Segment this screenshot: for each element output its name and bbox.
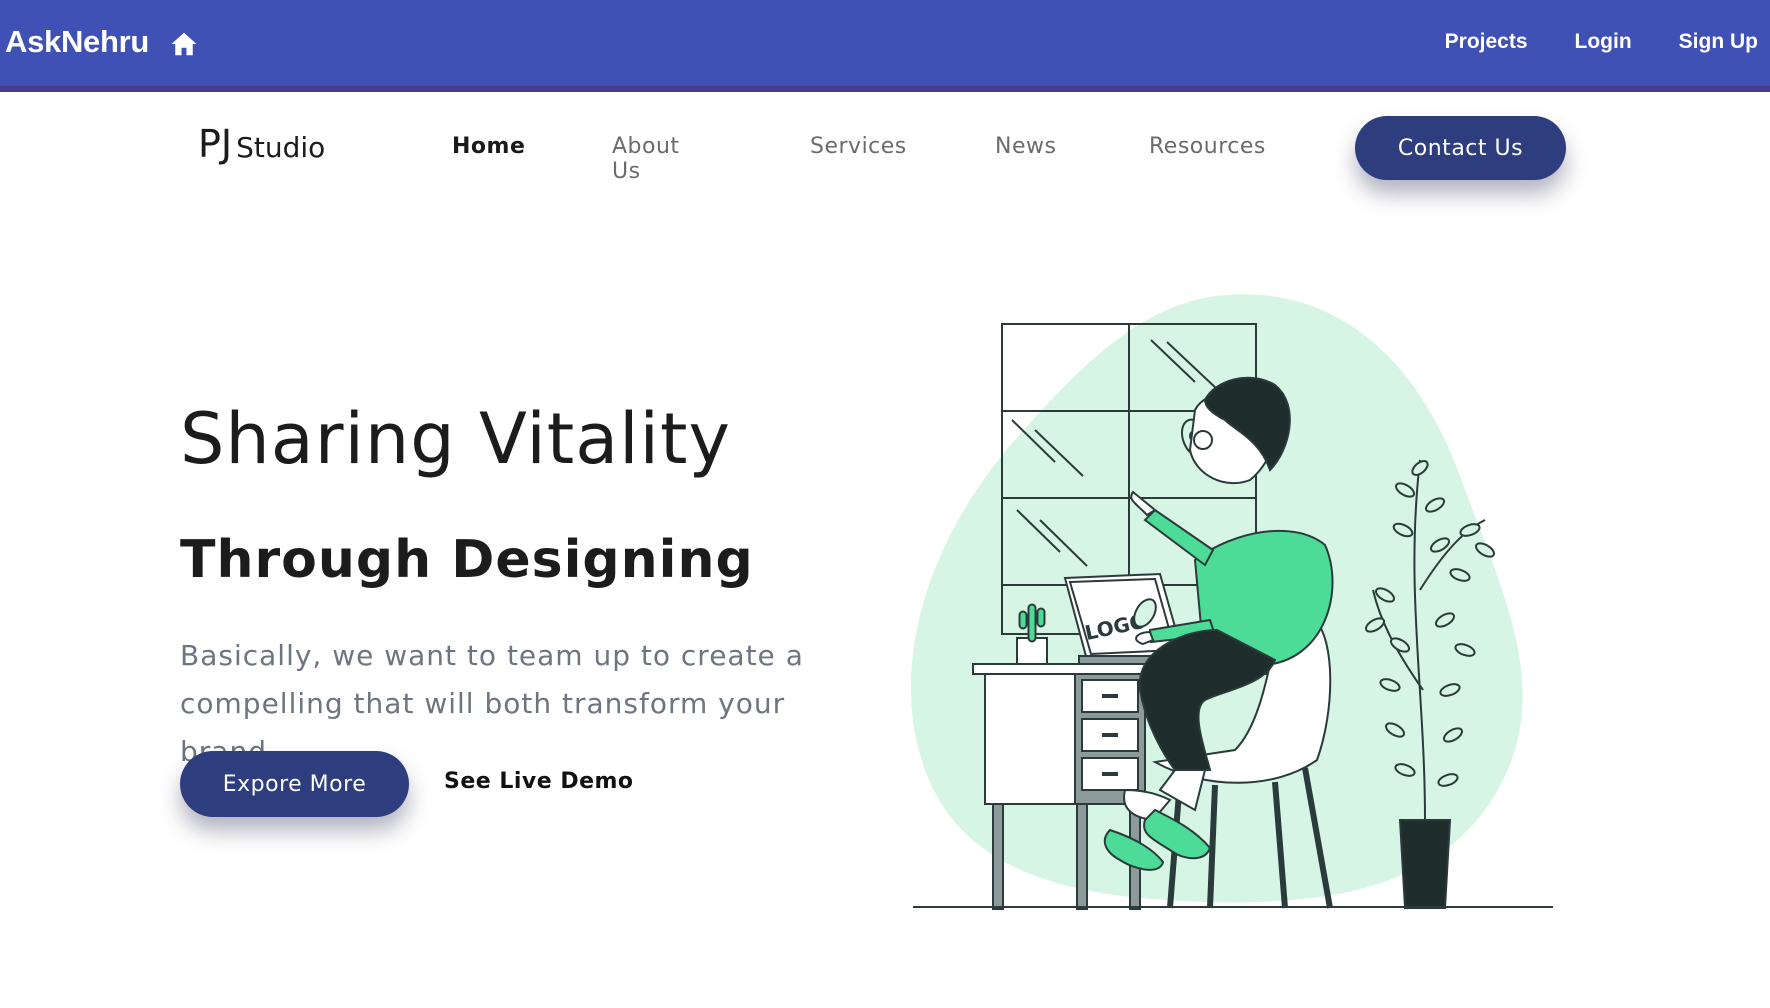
contact-us-button[interactable]: Contact Us xyxy=(1355,116,1566,180)
explore-more-button[interactable]: Expore More xyxy=(180,751,409,817)
person-working-at-desk-illustration: LOGO xyxy=(905,290,1565,915)
nav-resources[interactable]: Resources xyxy=(1149,134,1266,159)
nav-services[interactable]: Services xyxy=(810,134,907,159)
hero-title: Sharing Vitality xyxy=(180,398,731,480)
hero-subtitle: Through Designing xyxy=(180,530,754,590)
site-nav: PJ Studio Home About Us Services News Res… xyxy=(0,98,1770,198)
home-icon[interactable] xyxy=(168,29,200,59)
app-bar: AskNehru Projects Login Sign Up xyxy=(0,0,1770,92)
projects-link[interactable]: Projects xyxy=(1445,30,1528,54)
app-nav: Projects Login Sign Up xyxy=(1445,30,1758,54)
nav-about-us[interactable]: About Us xyxy=(612,134,680,184)
login-link[interactable]: Login xyxy=(1575,30,1632,54)
nav-home[interactable]: Home xyxy=(452,134,525,159)
sign-up-link[interactable]: Sign Up xyxy=(1679,30,1758,54)
logo-text: Studio xyxy=(236,131,326,164)
site-logo[interactable]: PJ Studio xyxy=(198,122,325,166)
see-live-demo-link[interactable]: See Live Demo xyxy=(444,769,634,794)
app-brand[interactable]: AskNehru xyxy=(5,24,149,60)
nav-news[interactable]: News xyxy=(995,134,1056,159)
logo-mark: PJ xyxy=(198,122,233,166)
